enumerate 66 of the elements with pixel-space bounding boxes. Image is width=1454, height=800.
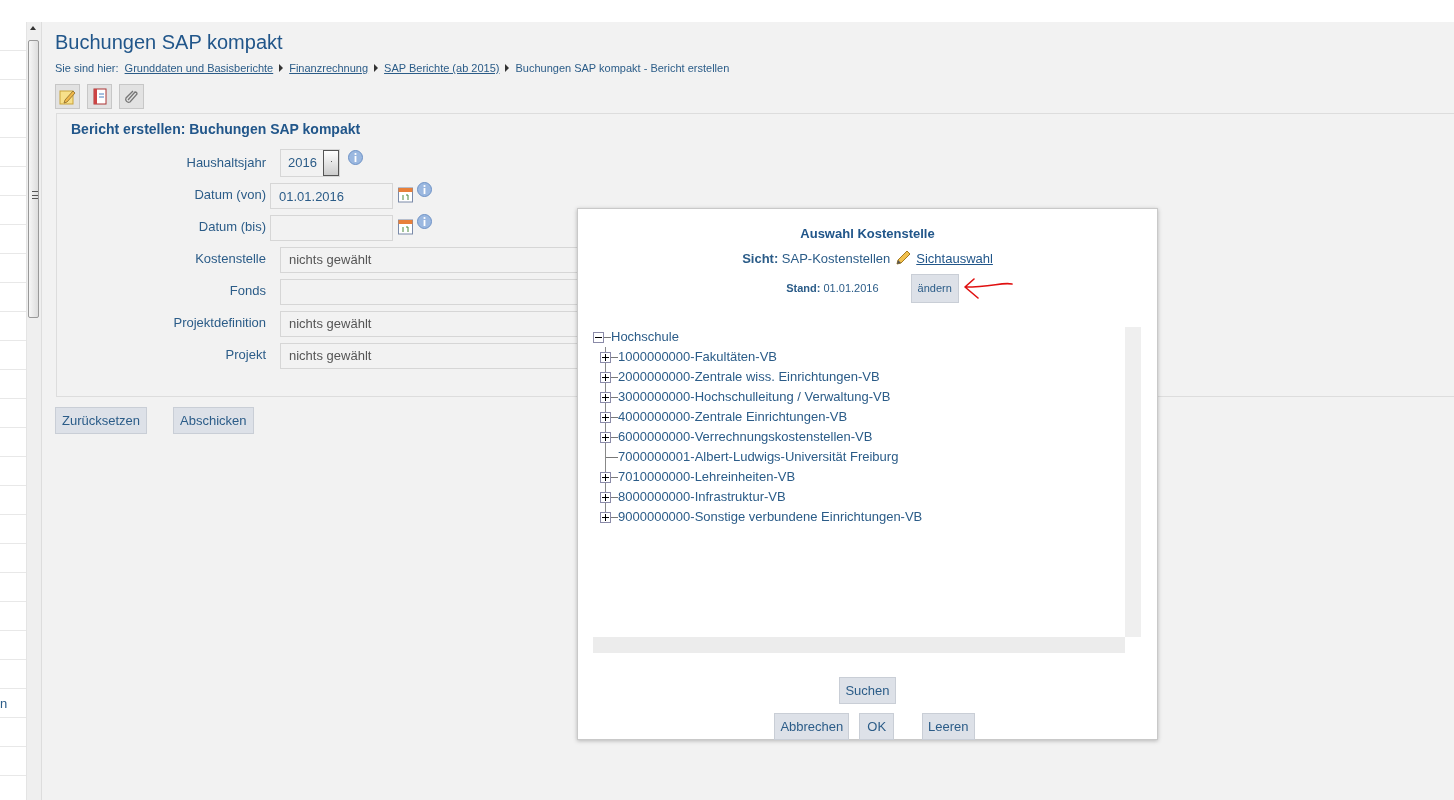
dialog-button[interactable]: OK <box>859 713 895 741</box>
year-select[interactable]: 2016 <box>280 149 340 178</box>
paperclip-button[interactable] <box>119 83 144 109</box>
date-field[interactable]: 01.01.2016 <box>270 183 393 210</box>
tree-toggle-icon[interactable] <box>600 351 611 363</box>
breadcrumb-link[interactable]: Finanzrechnung <box>289 60 369 77</box>
tree-node[interactable]: Hochschule <box>611 327 679 347</box>
field-label: Haushaltsjahr <box>185 154 266 173</box>
calendar-icon[interactable] <box>398 216 413 236</box>
field-label: Fonds <box>228 282 266 301</box>
notebook-icon <box>92 87 107 105</box>
form-button[interactable]: Zurücksetzen <box>55 407 148 435</box>
breadcrumb-arrow-icon <box>279 64 284 73</box>
tree-toggle-icon[interactable] <box>600 411 611 423</box>
tree-toggle-icon[interactable] <box>600 511 611 523</box>
notebook-button[interactable] <box>87 83 112 109</box>
info-icon <box>417 179 432 199</box>
view-selection-link[interactable]: Sichtauswahl <box>916 248 993 269</box>
page-title: Buchungen SAP kompakt <box>55 30 284 54</box>
tree-node[interactable]: 3000000000-Hochschulleitung / Verwaltung-VB <box>618 387 891 407</box>
field-label: Projektdefinition <box>172 314 266 333</box>
dialog-button[interactable]: Leeren <box>922 713 975 741</box>
breadcrumb-current: Buchungen SAP kompakt - Bericht erstellen <box>515 61 730 76</box>
scroll-up-icon[interactable] <box>30 26 36 30</box>
tree-node[interactable]: 8000000000-Infrastruktur-VB <box>618 487 786 507</box>
breadcrumb-arrow-icon <box>505 64 510 73</box>
view-label: Sicht: SAP-Kostenstellen <box>742 249 891 268</box>
edit-note-button[interactable] <box>55 83 80 109</box>
tree-node[interactable]: 1000000000-Fakultäten-VB <box>618 347 777 367</box>
paperclip-icon <box>124 88 139 104</box>
tree-node[interactable]: 2000000000-Zentrale wiss. Einrichtungen-VB <box>618 367 880 387</box>
tree-node[interactable]: 6000000000-Verrechnungskostenstellen-VB <box>618 427 873 447</box>
form-title: Bericht erstellen: Buchungen SAP kompakt <box>71 120 362 138</box>
tree-node[interactable]: 7000000001-Albert-Ludwigs-Universität Freiburg <box>618 447 899 467</box>
field-label: Datum (von) <box>193 186 266 205</box>
tree-toggle-icon[interactable] <box>600 431 611 443</box>
info-icon <box>347 147 363 167</box>
tree-toggle-icon[interactable] <box>593 331 604 343</box>
date-field[interactable] <box>270 215 393 242</box>
breadcrumb-link[interactable]: Grunddaten und Basisberichte <box>124 60 274 77</box>
dialog-title: Auswahl Kostenstelle <box>799 226 936 242</box>
sidebar-item-fragment[interactable]: n <box>0 696 8 711</box>
tree-node[interactable]: 4000000000-Zentrale Einrichtungen-VB <box>618 407 848 427</box>
field-label: Kostenstelle <box>194 250 266 269</box>
tree-toggle-icon[interactable] <box>600 471 611 483</box>
calendar-icon[interactable] <box>398 184 413 204</box>
field-label: Projekt <box>224 346 266 365</box>
pencil-note-icon <box>59 87 76 105</box>
scrollbar-thumb[interactable] <box>28 40 39 318</box>
tree-toggle-icon[interactable] <box>600 491 611 503</box>
pencil-icon <box>895 250 912 267</box>
change-button[interactable]: ändern <box>910 274 959 304</box>
dialog-button[interactable]: Abbrechen <box>774 713 850 741</box>
tree-node[interactable]: 7010000000-Lehreinheiten-VB <box>618 467 796 487</box>
breadcrumb-label: Sie sind hier: <box>55 61 119 76</box>
breadcrumb-arrow-icon <box>374 64 379 73</box>
field-label: Datum (bis) <box>197 218 266 237</box>
tree-toggle-icon[interactable] <box>600 391 611 403</box>
form-button[interactable]: Abschicken <box>173 407 254 435</box>
arrow-annotation <box>962 278 1014 300</box>
info-icon <box>417 211 432 231</box>
breadcrumb-link[interactable]: SAP Berichte (ab 2015) <box>384 60 500 77</box>
tree-node[interactable]: 9000000000-Sonstige verbundene Einrichtungen-VB <box>618 507 923 527</box>
search-button[interactable]: Suchen <box>839 677 896 705</box>
tree-toggle-icon[interactable] <box>600 371 611 383</box>
status-date: Stand: 01.01.2016 <box>786 281 879 297</box>
